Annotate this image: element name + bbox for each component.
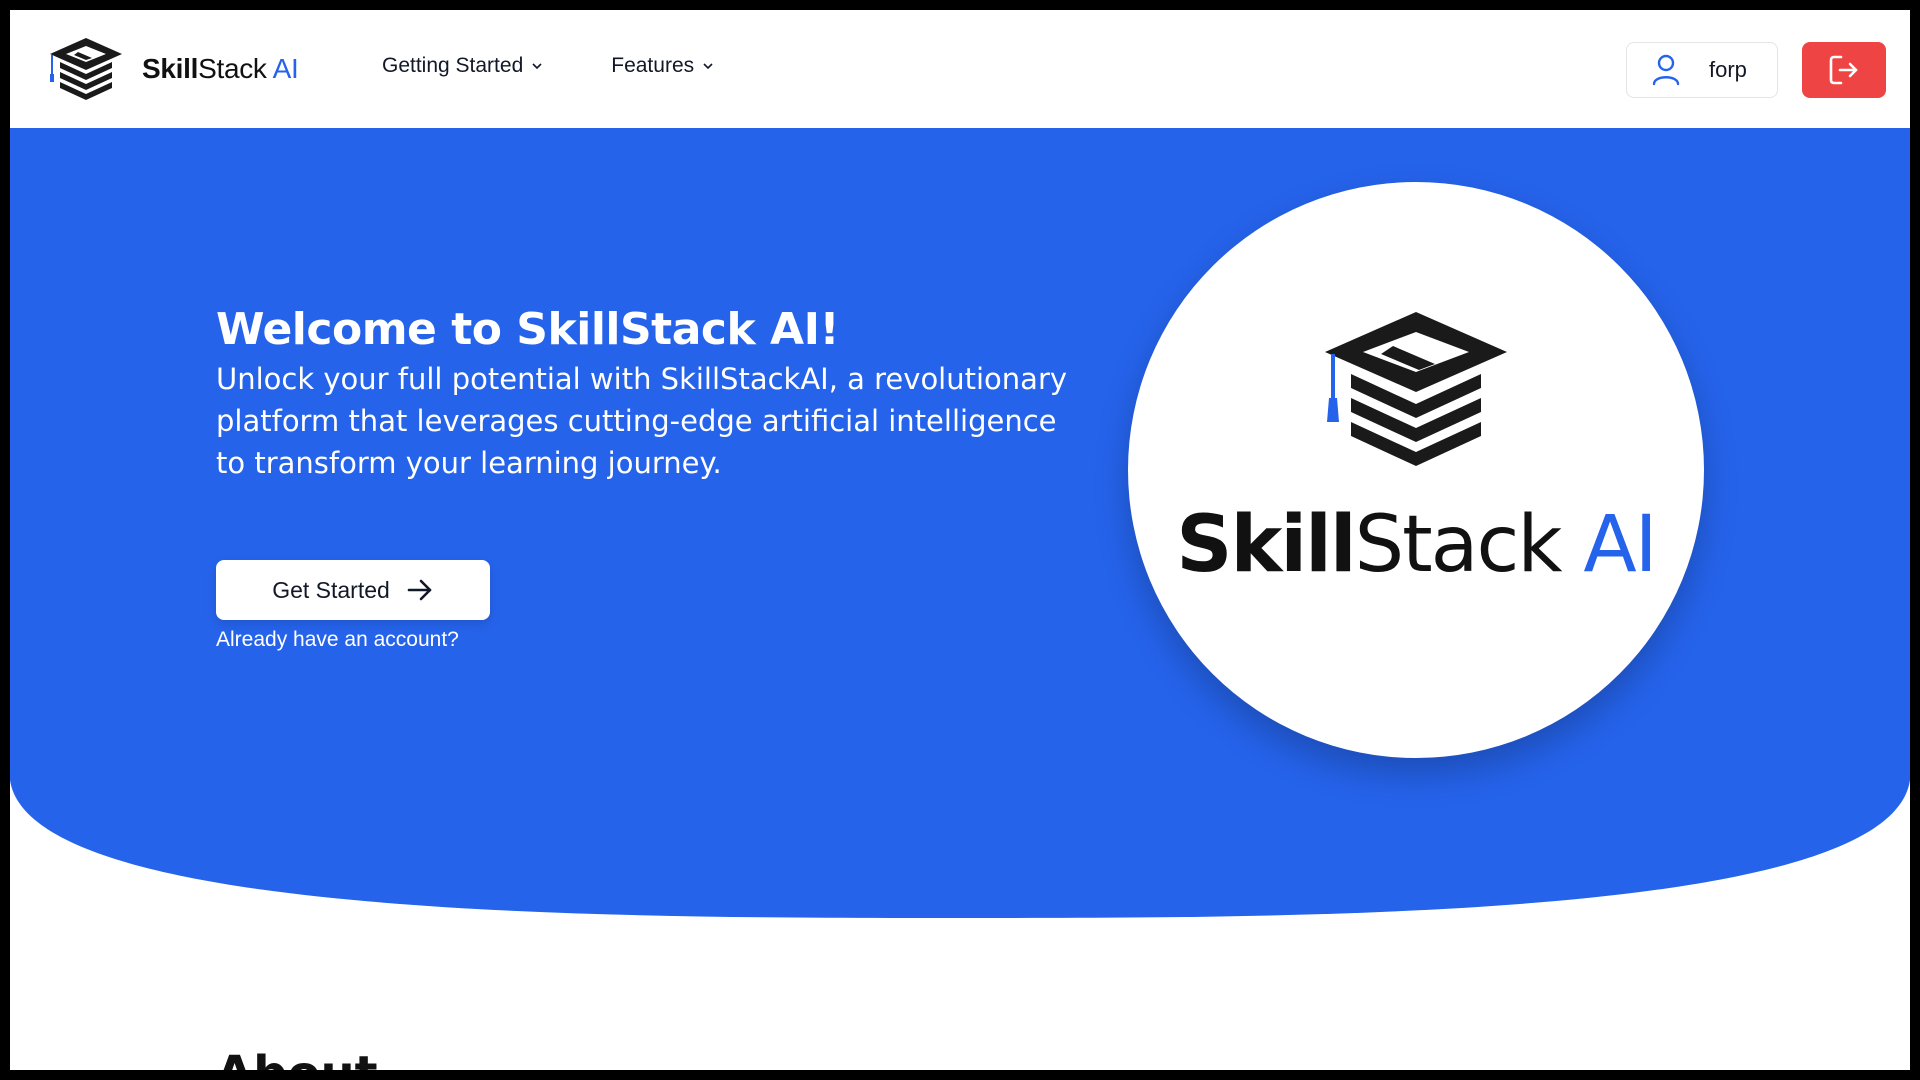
graduation-cap-stack-icon [1325, 312, 1507, 466]
hero-logo-wordmark: SkillStack AI [1128, 500, 1704, 590]
brand-name: SkillStack AI [142, 53, 299, 85]
signin-link[interactable]: Already have an account? [216, 628, 459, 652]
graduation-cap-stack-icon [50, 38, 122, 100]
main-nav: Getting Started Features [382, 54, 714, 78]
hero-logo-name-thin: Stack [1354, 500, 1563, 590]
brand-name-bold: Skill [142, 53, 199, 84]
chevron-down-icon [532, 63, 542, 70]
user-icon [1652, 54, 1680, 86]
hero-logo-name-bold: Skill [1176, 500, 1356, 590]
arrow-right-icon [407, 579, 432, 601]
nav-features-label: Features [611, 54, 695, 77]
user-profile-button[interactable]: forp [1626, 42, 1778, 98]
hero-subtitle: Unlock your full potential with SkillSta… [216, 362, 1068, 480]
nav-features[interactable]: Features [611, 54, 714, 78]
get-started-button[interactable]: Get Started [216, 560, 490, 620]
hero-logo-circle: SkillStack AI [1128, 182, 1704, 758]
get-started-label: Get Started [272, 576, 390, 603]
user-name: forp [1709, 57, 1747, 82]
brand-name-thin: Stack [198, 53, 267, 84]
logout-icon [1829, 55, 1858, 85]
nav-getting-started-label: Getting Started [382, 54, 524, 77]
hero-title: Welcome to SkillStack AI! [216, 304, 840, 355]
app-frame: SkillStack AI Getting Started Features f… [10, 10, 1910, 1070]
nav-getting-started[interactable]: Getting Started [382, 54, 543, 78]
brand-name-accent: AI [272, 53, 299, 84]
brand-logo-link[interactable]: SkillStack AI [48, 36, 299, 102]
top-navbar: SkillStack AI Getting Started Features f… [10, 10, 1910, 128]
hero-logo-name-accent: AI [1583, 500, 1657, 590]
chevron-down-icon [703, 63, 713, 70]
about-heading: About [216, 1046, 378, 1070]
logout-button[interactable] [1802, 42, 1886, 98]
hero-text-block: Welcome to SkillStack AI! Unlock your fu… [216, 302, 1076, 484]
